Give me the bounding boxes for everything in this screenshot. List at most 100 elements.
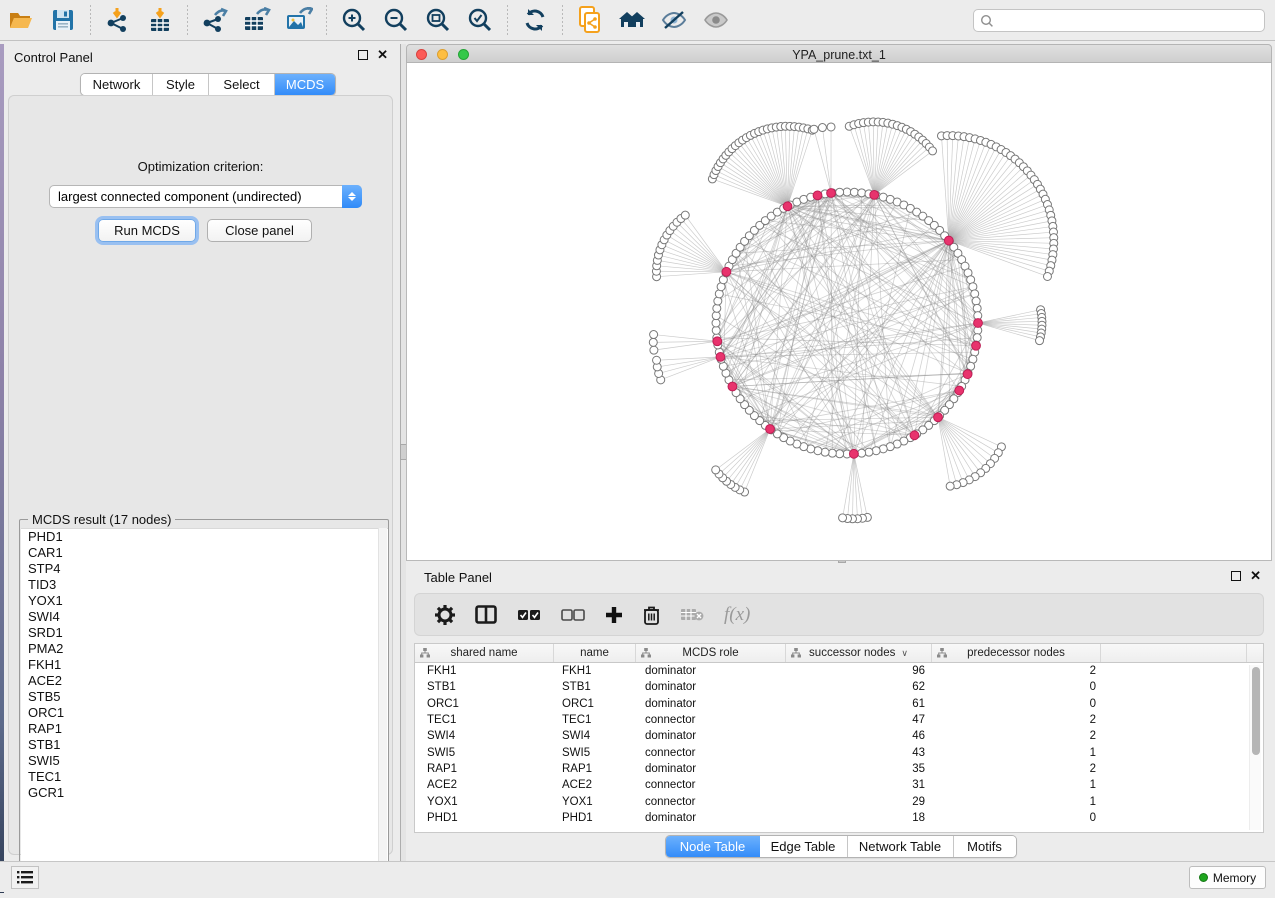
ring-node[interactable] [713,304,721,312]
leaf-node[interactable] [929,147,937,155]
ring-node[interactable] [865,448,873,456]
network-window-titlebar[interactable]: YPA_prune.txt_1 [406,44,1272,63]
mcds-node[interactable] [722,267,731,276]
leaf-node[interactable] [681,211,689,219]
tab-style[interactable]: Style [153,74,209,95]
ring-node[interactable] [850,188,858,196]
mcds-node[interactable] [827,189,836,198]
result-item-stb5[interactable]: STB5 [21,689,388,705]
table-row-swi5[interactable]: SWI5SWI5connector431 [415,744,1263,760]
column-header-successor-nodes[interactable]: successor nodes∨ [786,644,932,662]
mcds-node[interactable] [766,425,775,434]
ring-node[interactable] [828,449,836,457]
column-header-predecessor-nodes[interactable]: predecessor nodes [932,644,1101,662]
mcds-node[interactable] [870,190,879,199]
ring-node[interactable] [712,326,720,334]
column-header-shared-name[interactable]: shared name [415,644,554,662]
ring-node[interactable] [973,304,981,312]
mcds-node[interactable] [813,191,822,200]
table-row-ace2[interactable]: ACE2ACE2connector311 [415,777,1263,793]
share-documents-icon[interactable] [571,3,609,37]
tab-select[interactable]: Select [209,74,275,95]
tab-edge-table[interactable]: Edge Table [760,836,848,857]
close-panel-button[interactable]: Close panel [207,219,312,242]
result-item-srd1[interactable]: SRD1 [21,625,388,641]
hide-eye-icon[interactable] [655,3,693,37]
mcds-node[interactable] [910,431,919,440]
float-panel-icon[interactable] [1231,571,1241,581]
ring-node[interactable] [712,312,720,320]
mcds-node[interactable] [974,319,983,328]
result-item-car1[interactable]: CAR1 [21,545,388,561]
result-list-scrollbar[interactable] [378,528,387,884]
leaf-node[interactable] [1036,337,1044,345]
mcds-node[interactable] [849,449,858,458]
result-item-stb1[interactable]: STB1 [21,737,388,753]
leaf-node[interactable] [839,514,847,522]
open-folder-icon[interactable] [2,3,40,37]
table-row-fkh1[interactable]: FKH1FKH1dominator962 [415,663,1263,679]
ring-node[interactable] [836,188,844,196]
run-mcds-button[interactable]: Run MCDS [98,219,196,242]
result-item-fkh1[interactable]: FKH1 [21,657,388,673]
result-item-swi5[interactable]: SWI5 [21,753,388,769]
result-item-phd1[interactable]: PHD1 [21,529,388,545]
table-row-stb1[interactable]: STB1STB1dominator620 [415,679,1263,695]
add-plus-icon[interactable] [605,606,623,624]
mcds-node[interactable] [716,353,725,362]
network-canvas[interactable] [406,63,1272,561]
export-image-icon[interactable] [280,3,318,37]
table-scrollbar[interactable] [1249,665,1261,830]
mcds-node[interactable] [783,202,792,211]
ring-node[interactable] [712,319,720,327]
result-item-swi4[interactable]: SWI4 [21,609,388,625]
table-scrollbar-thumb[interactable] [1252,667,1260,755]
ring-node[interactable] [973,334,981,342]
table-row-tec1[interactable]: TEC1TEC1connector472 [415,712,1263,728]
ring-node[interactable] [821,448,829,456]
split-columns-icon[interactable] [475,605,497,624]
leaf-node[interactable] [818,124,826,132]
tab-mcds[interactable]: MCDS [275,74,335,95]
leaf-node[interactable] [1043,272,1051,280]
ring-node[interactable] [843,188,851,196]
zoom-in-icon[interactable] [335,3,373,37]
settings-gear-icon[interactable] [435,605,455,625]
ring-node[interactable] [971,290,979,298]
mcds-node[interactable] [728,382,737,391]
function-fx-icon[interactable]: f(x) [724,604,750,626]
leaf-node[interactable] [650,331,658,339]
column-header-name[interactable]: name [554,644,636,662]
tab-network-table[interactable]: Network Table [848,836,954,857]
ring-node[interactable] [872,447,880,455]
zoom-selected-icon[interactable] [461,3,499,37]
search-input[interactable] [994,11,1264,30]
table-row-yox1[interactable]: YOX1YOX1connector291 [415,793,1263,809]
delete-trash-icon[interactable] [643,605,660,625]
leaf-node[interactable] [810,125,818,133]
mcds-node[interactable] [713,337,722,346]
export-table-icon[interactable] [238,3,276,37]
ring-node[interactable] [858,189,866,197]
leaf-node[interactable] [827,123,835,131]
destroy-table-icon[interactable] [680,607,704,622]
export-network-icon[interactable] [196,3,234,37]
table-row-rap1[interactable]: RAP1RAP1dominator352 [415,761,1263,777]
search-field[interactable] [973,9,1265,32]
result-item-tec1[interactable]: TEC1 [21,769,388,785]
leaf-node[interactable] [650,346,658,354]
table-row-swi4[interactable]: SWI4SWI4dominator462 [415,728,1263,744]
mcds-node[interactable] [972,341,981,350]
leaf-node[interactable] [712,466,720,474]
mcds-node[interactable] [934,413,943,422]
tab-motifs[interactable]: Motifs [954,836,1016,857]
ring-node[interactable] [858,449,866,457]
select-all-checkboxes-icon[interactable] [517,609,541,621]
save-icon[interactable] [44,3,82,37]
result-item-tid3[interactable]: TID3 [21,577,388,593]
result-item-gcr1[interactable]: GCR1 [21,785,388,801]
mcds-node[interactable] [944,236,953,245]
zoom-fit-icon[interactable] [419,3,457,37]
deselect-checkboxes-icon[interactable] [561,609,585,621]
column-header-mcds-role[interactable]: MCDS role [636,644,786,662]
